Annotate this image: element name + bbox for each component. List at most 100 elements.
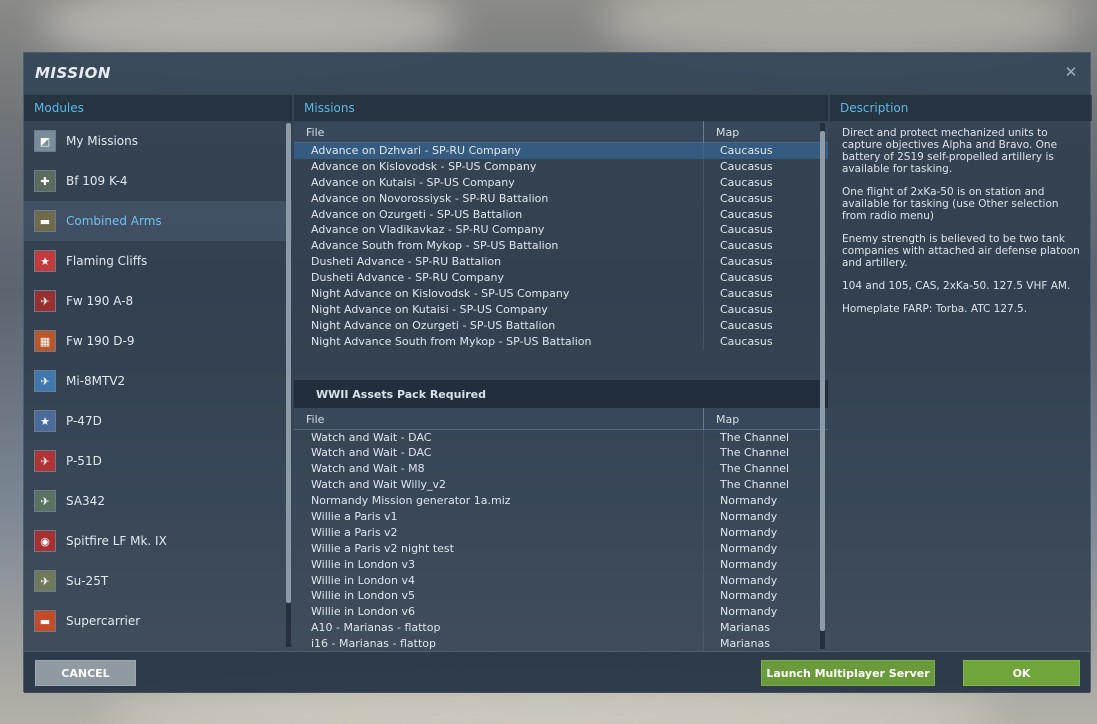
- flaming-cliffs-icon: ★: [34, 250, 56, 272]
- module-item[interactable]: ✈ Su-25T: [24, 561, 292, 601]
- mission-row[interactable]: Advance on Ozurgeti - SP-US Battalion Cau…: [294, 206, 828, 223]
- mission-row[interactable]: Night Advance on Kislovodsk - SP-US Comp…: [294, 286, 828, 302]
- mission-file: Watch and Wait - M8: [311, 462, 425, 476]
- file-column-header[interactable]: File: [306, 413, 324, 426]
- column-divider: [703, 493, 704, 510]
- column-divider: [703, 604, 704, 621]
- mission-file: Dusheti Advance - SP-RU Company: [311, 271, 504, 285]
- module-label: Bf 109 K-4: [66, 174, 128, 188]
- mission-map: Normandy: [720, 557, 778, 571]
- column-divider: [703, 143, 704, 159]
- mission-row[interactable]: Willie in London v4 Normandy: [294, 572, 828, 589]
- mission-file: Night Advance South from Mykop - SP-US B…: [311, 334, 592, 348]
- dialog-title: MISSION: [35, 64, 111, 82]
- mission-file: Advance South from Mykop - SP-US Battali…: [311, 239, 559, 253]
- module-item[interactable]: ▬ Combined Arms: [24, 201, 292, 241]
- modules-scrollbar[interactable]: [286, 123, 291, 647]
- column-divider: [703, 509, 704, 525]
- launch-multiplayer-server-button[interactable]: Launch Multiplayer Server: [761, 660, 935, 686]
- mission-row[interactable]: Advance on Novorossiysk - SP-RU Battalio…: [294, 190, 828, 207]
- module-item[interactable]: ✈ SA342: [24, 481, 292, 521]
- module-item[interactable]: ◩ My Missions: [24, 121, 292, 161]
- module-item[interactable]: ▦ Fw 190 D-9: [24, 321, 292, 361]
- mission-row[interactable]: Watch and Wait - DAC The Channel: [294, 429, 828, 446]
- description-paragraph: Direct and protect mechanized units to c…: [842, 127, 1058, 175]
- mission-row[interactable]: Watch and Wait - DAC The Channel: [294, 445, 828, 462]
- map-column-header[interactable]: Map: [716, 413, 739, 426]
- mission-row[interactable]: Watch and Wait - M8 The Channel: [294, 461, 828, 478]
- mission-row[interactable]: Watch and Wait Willy_v2 The Channel: [294, 477, 828, 494]
- column-divider: [703, 158, 704, 175]
- mission-row[interactable]: i16 - Marianas - flattop Marianas: [294, 636, 828, 651]
- mission-row[interactable]: Willie in London v5 Normandy: [294, 588, 828, 605]
- module-item[interactable]: ★ Flaming Cliffs: [24, 241, 292, 281]
- module-item[interactable]: ◉ Spitfire LF Mk. IX: [24, 521, 292, 561]
- mission-map: Normandy: [720, 589, 778, 603]
- column-divider: [703, 254, 704, 271]
- module-item[interactable]: ★ P-47D: [24, 401, 292, 441]
- mission-row[interactable]: Advance on Kutaisi - SP-US Company Caucas…: [294, 174, 828, 191]
- module-item[interactable]: ✈ Mi-8MTV2: [24, 361, 292, 401]
- map-column-header[interactable]: Map: [716, 126, 739, 139]
- module-label: Combined Arms: [66, 214, 162, 228]
- column-divider: [703, 477, 704, 494]
- title-bar: MISSION ✕: [24, 53, 1090, 93]
- cancel-button[interactable]: CANCEL: [35, 660, 136, 686]
- column-divider: [703, 540, 704, 557]
- mission-row[interactable]: Willie a Paris v2 Normandy: [294, 524, 828, 541]
- module-label: P-47D: [66, 414, 102, 428]
- bf109-icon: ✚: [34, 170, 56, 192]
- module-item[interactable]: ✈ Fw 190 A-8: [24, 281, 292, 321]
- mission-row[interactable]: Night Advance on Kutaisi - SP-US Company…: [294, 301, 828, 318]
- mission-file: Willie a Paris v2: [311, 525, 398, 539]
- missions-scrollbar-thumb[interactable]: [820, 131, 825, 631]
- module-label: My Missions: [66, 134, 138, 148]
- mission-row[interactable]: Advance on Dzhvari - SP-RU Company Caucas…: [294, 143, 828, 159]
- mission-row[interactable]: Advance on Vladikavkaz - SP-RU Company Ca…: [294, 222, 828, 239]
- mission-row[interactable]: Willie a Paris v1 Normandy: [294, 509, 828, 525]
- mission-file: Willie in London v3: [311, 557, 415, 571]
- close-button[interactable]: ✕: [1062, 63, 1080, 81]
- modules-scrollbar-thumb[interactable]: [286, 123, 291, 603]
- helicopter-icon: ✈: [34, 370, 56, 392]
- file-column-header[interactable]: File: [306, 126, 324, 139]
- mission-file: Advance on Kislovodsk - SP-US Company: [311, 159, 537, 173]
- mission-map: The Channel: [720, 462, 790, 476]
- mission-row[interactable]: Night Advance South from Mykop - SP-US B…: [294, 333, 828, 350]
- description-paragraph: 104 and 105, CAS, 2xKa-50. 127.5 VHF AM.: [842, 280, 1071, 292]
- mission-map: Caucasus: [720, 239, 773, 253]
- tank-icon: ▬: [34, 210, 56, 232]
- mission-file: Advance on Dzhvari - SP-RU Company: [311, 144, 521, 157]
- mission-row[interactable]: Night Advance on Ozurgeti - SP-US Battal…: [294, 317, 828, 334]
- module-label: SA342: [66, 494, 105, 508]
- mission-row[interactable]: Dusheti Advance - SP-RU Company Caucasus: [294, 270, 828, 287]
- mission-map: Normandy: [720, 573, 778, 587]
- mission-file: Willie in London v6: [311, 605, 415, 619]
- mission-row[interactable]: Willie in London v3 Normandy: [294, 556, 828, 573]
- module-item[interactable]: ✚ Bf 109 K-4: [24, 161, 292, 201]
- mission-row[interactable]: Normandy Mission generator 1a.miz Normand…: [294, 493, 828, 510]
- p51d-icon: ✈: [34, 450, 56, 472]
- mission-map: Caucasus: [720, 287, 773, 301]
- module-item[interactable]: ✈ P-51D: [24, 441, 292, 481]
- mission-row[interactable]: Dusheti Advance - SP-RU Battalion Caucasu…: [294, 254, 828, 271]
- mission-row[interactable]: A10 - Marianas - flattop Marianas: [294, 620, 828, 637]
- missions-group-1: Advance on Dzhvari - SP-RU Company Caucas…: [294, 143, 828, 350]
- supercarrier-icon: ▬: [34, 610, 56, 632]
- mission-row[interactable]: Advance South from Mykop - SP-US Battali…: [294, 238, 828, 255]
- mission-map: Normandy: [720, 510, 778, 524]
- module-label: Supercarrier: [66, 614, 141, 628]
- module-item[interactable]: ▬ Supercarrier: [24, 601, 292, 641]
- missions-header: Missions: [294, 95, 828, 121]
- mission-map: Caucasus: [720, 207, 773, 221]
- ok-button[interactable]: OK: [963, 660, 1080, 686]
- mission-map: Marianas: [720, 637, 770, 651]
- map-icon: ◩: [34, 130, 56, 152]
- sa342-icon: ✈: [34, 490, 56, 512]
- mission-row[interactable]: Advance on Kislovodsk - SP-US Company Cau…: [294, 158, 828, 175]
- mission-row[interactable]: Willie in London v6 Normandy: [294, 604, 828, 621]
- mission-file: Night Advance on Kislovodsk - SP-US Comp…: [311, 287, 570, 301]
- missions-scrollbar[interactable]: [820, 123, 825, 649]
- mission-file: Normandy Mission generator 1a.miz: [311, 494, 511, 508]
- mission-row[interactable]: Willie a Paris v2 night test Normandy: [294, 540, 828, 557]
